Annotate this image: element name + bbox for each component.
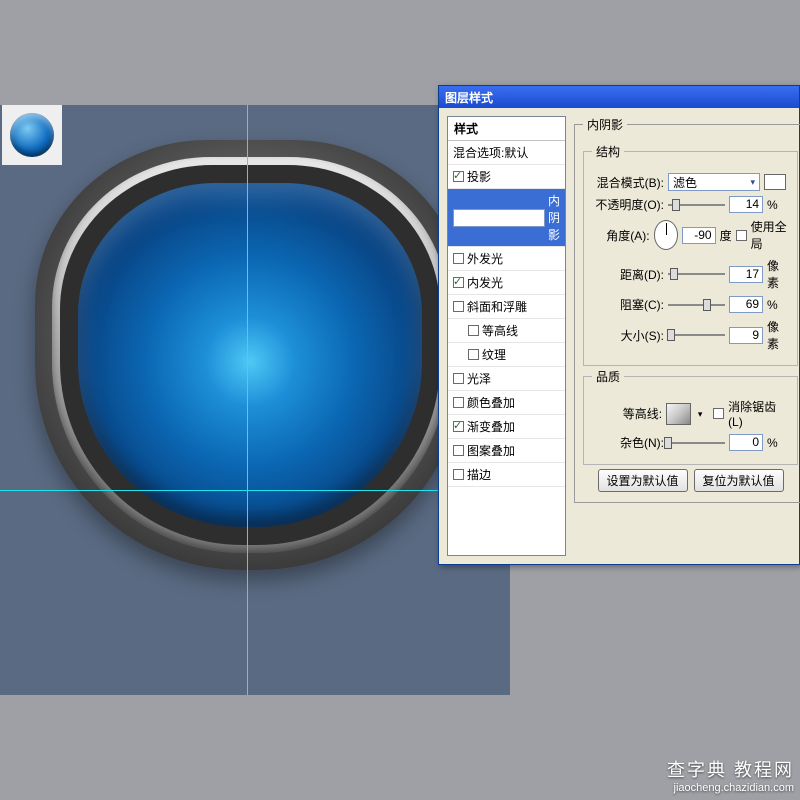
style-item-label: 光泽 (467, 370, 491, 387)
distance-input[interactable]: 17 (729, 266, 763, 283)
opacity-unit: % (767, 198, 789, 212)
style-item-label: 颜色叠加 (467, 394, 515, 411)
style-item[interactable]: 投影 (448, 165, 565, 189)
style-item[interactable]: 斜面和浮雕 (448, 295, 565, 319)
style-checkbox[interactable] (468, 325, 479, 336)
contour-label: 等高线: (592, 405, 662, 422)
choke-input[interactable]: 69 (729, 296, 763, 313)
style-checkbox[interactable] (453, 253, 464, 264)
preview-icon (10, 113, 54, 157)
distance-label: 距离(D): (592, 266, 664, 283)
angle-label: 角度(A): (592, 227, 650, 244)
distance-unit: 像素 (767, 257, 789, 291)
style-item[interactable]: 内发光 (448, 271, 565, 295)
dialog-titlebar[interactable]: 图层样式 (439, 86, 799, 108)
size-unit: 像素 (767, 318, 789, 352)
use-global-label: 使用全局 (751, 218, 789, 252)
quality-group: 品质 等高线: ▾ 消除锯齿(L) 杂色(N): 0 % (583, 368, 798, 465)
style-item[interactable]: 图案叠加 (448, 439, 565, 463)
structure-legend: 结构 (592, 143, 624, 160)
reset-default-button[interactable]: 复位为默认值 (694, 469, 784, 492)
style-checkbox[interactable] (453, 171, 464, 182)
size-slider[interactable] (668, 328, 725, 342)
style-checkbox[interactable] (468, 349, 479, 360)
antialias-checkbox[interactable] (713, 408, 724, 419)
blend-mode-select[interactable]: 滤色 ▾ (668, 173, 760, 191)
style-item-label: 等高线 (482, 322, 518, 339)
style-checkbox[interactable] (453, 301, 464, 312)
choke-slider[interactable] (668, 298, 725, 312)
style-item-label: 渐变叠加 (467, 418, 515, 435)
style-item[interactable]: 渐变叠加 (448, 415, 565, 439)
opacity-slider[interactable] (668, 198, 725, 212)
noise-label: 杂色(N): (592, 434, 664, 451)
size-label: 大小(S): (592, 327, 664, 344)
size-input[interactable]: 9 (729, 327, 763, 344)
style-item-label: 描边 (467, 466, 491, 483)
style-item[interactable]: 描边 (448, 463, 565, 487)
inner-shadow-group: 内阴影 结构 混合模式(B): 滤色 ▾ 不透明度(O): (574, 116, 800, 503)
choke-unit: % (767, 298, 789, 312)
opacity-label: 不透明度(O): (592, 196, 664, 213)
noise-unit: % (767, 436, 789, 450)
noise-slider[interactable] (668, 436, 725, 450)
style-checkbox[interactable] (453, 373, 464, 384)
styles-header: 样式 (448, 117, 565, 141)
angle-dial[interactable] (654, 220, 678, 250)
antialias-label: 消除锯齿(L) (728, 398, 789, 429)
inner-shadow-panel: 内阴影 结构 混合模式(B): 滤色 ▾ 不透明度(O): (574, 116, 800, 556)
style-item[interactable]: 颜色叠加 (448, 391, 565, 415)
style-checkbox[interactable] (453, 421, 464, 432)
style-item-label: 外发光 (467, 250, 503, 267)
watermark: 查字典 教程网 jiaocheng.chazidian.com (667, 756, 794, 794)
styles-list: 样式 混合选项:默认投影内阴影外发光内发光斜面和浮雕等高线纹理光泽颜色叠加渐变叠… (447, 116, 566, 556)
contour-picker[interactable]: ▾ (666, 403, 691, 425)
angle-unit: 度 (720, 227, 732, 244)
style-item-label: 内发光 (467, 274, 503, 291)
icon-blue-face (78, 183, 422, 527)
style-item[interactable]: 外发光 (448, 247, 565, 271)
style-checkbox[interactable] (453, 209, 545, 227)
style-item[interactable]: 纹理 (448, 343, 565, 367)
noise-input[interactable]: 0 (729, 434, 763, 451)
distance-slider[interactable] (668, 267, 725, 281)
style-checkbox[interactable] (453, 469, 464, 480)
style-checkbox[interactable] (453, 445, 464, 456)
opacity-input[interactable]: 14 (729, 196, 763, 213)
quality-legend: 品质 (592, 368, 624, 385)
style-item-label: 内阴影 (548, 192, 560, 243)
dialog-title: 图层样式 (445, 89, 493, 106)
panel-title: 内阴影 (583, 116, 627, 133)
artboard (0, 105, 510, 695)
style-item[interactable]: 光泽 (448, 367, 565, 391)
layer-style-dialog: 图层样式 样式 混合选项:默认投影内阴影外发光内发光斜面和浮雕等高线纹理光泽颜色… (438, 85, 800, 565)
preview-swatch (2, 105, 62, 165)
choke-label: 阻塞(C): (592, 296, 664, 313)
style-item[interactable]: 内阴影 (448, 189, 565, 247)
style-item-label: 投影 (467, 168, 491, 185)
angle-input[interactable]: -90 (682, 227, 716, 244)
style-checkbox[interactable] (453, 397, 464, 408)
blend-mode-label: 混合模式(B): (592, 174, 664, 191)
chevron-down-icon: ▾ (698, 409, 703, 420)
make-default-button[interactable]: 设置为默认值 (598, 469, 688, 492)
color-swatch[interactable] (764, 174, 786, 190)
guide-horizontal[interactable] (0, 490, 510, 491)
style-item[interactable]: 等高线 (448, 319, 565, 343)
chevron-down-icon: ▾ (750, 177, 755, 188)
use-global-checkbox[interactable] (736, 230, 747, 241)
style-item-label: 纹理 (482, 346, 506, 363)
blend-mode-value: 滤色 (673, 174, 697, 191)
style-checkbox[interactable] (453, 277, 464, 288)
style-item[interactable]: 混合选项:默认 (448, 141, 565, 165)
guide-vertical[interactable] (247, 105, 248, 695)
style-item-label: 混合选项:默认 (453, 144, 528, 161)
watermark-url: jiaocheng.chazidian.com (667, 782, 794, 794)
style-item-label: 斜面和浮雕 (467, 298, 527, 315)
watermark-title: 查字典 教程网 (667, 756, 794, 782)
structure-group: 结构 混合模式(B): 滤色 ▾ 不透明度(O): 14 % (583, 143, 798, 366)
style-item-label: 图案叠加 (467, 442, 515, 459)
